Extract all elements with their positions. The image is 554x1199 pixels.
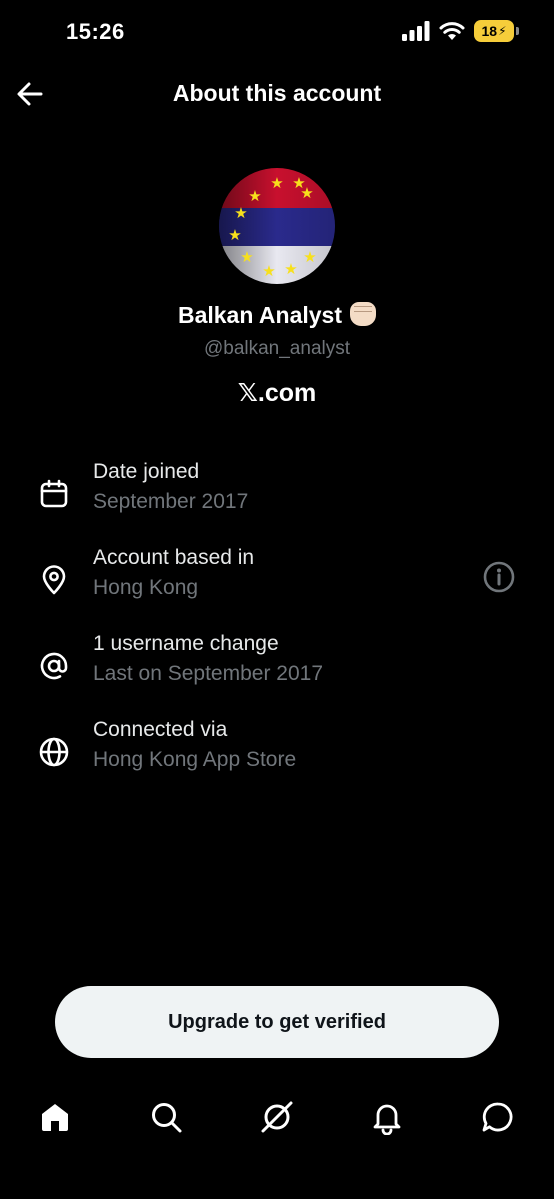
svg-text:★: ★ [240, 249, 253, 266]
battery-level: 18 [481, 23, 498, 39]
upgrade-button-label: Upgrade to get verified [168, 1010, 386, 1033]
messages-icon[interactable] [480, 1099, 516, 1135]
search-icon[interactable] [148, 1099, 184, 1135]
info-row-connected-via: Connected via Hong Kong App Store [0, 718, 554, 788]
flag-avatar-image: ★ ★ ★ ★ ★ ★ ★ ★ ★ ★ [219, 168, 335, 284]
home-icon[interactable] [37, 1099, 73, 1135]
status-time: 15:26 [66, 19, 125, 44]
svg-text:★: ★ [248, 188, 261, 205]
info-label: Account based in [93, 546, 255, 569]
info-row-account-based-in: Account based in Hong Kong [0, 546, 554, 616]
info-value: Hong Kong [93, 576, 199, 599]
calendar-icon [40, 479, 68, 508]
charging-bolt-icon: ⚡ [498, 24, 507, 38]
avatar[interactable]: ★ ★ ★ ★ ★ ★ ★ ★ ★ ★ [219, 168, 335, 284]
at-sign-icon [40, 652, 68, 680]
cellular-signal-icon [402, 21, 430, 41]
svg-text:★: ★ [300, 185, 313, 202]
svg-text:★: ★ [234, 205, 247, 222]
bottom-tab-bar [0, 1095, 554, 1145]
svg-text:★: ★ [270, 175, 283, 192]
display-name-row: Balkan Analyst [0, 302, 554, 329]
globe-icon [39, 737, 69, 767]
info-label: Date joined [93, 460, 200, 483]
notifications-icon[interactable] [369, 1099, 405, 1135]
upgrade-verified-button[interactable]: Upgrade to get verified [55, 986, 499, 1058]
info-value: Last on September 2017 [93, 662, 323, 685]
svg-text:★: ★ [303, 249, 316, 266]
top-bar: About this account [0, 72, 554, 118]
status-icons: 18 ⚡ [402, 20, 519, 42]
status-bar: 15:26 18 ⚡ [0, 0, 554, 64]
info-label: 1 username change [93, 632, 279, 655]
info-value: Hong Kong App Store [93, 748, 297, 771]
info-circle-icon[interactable] [482, 560, 516, 594]
grok-icon[interactable] [259, 1099, 295, 1135]
username-handle: @balkan_analyst [203, 338, 351, 359]
svg-text:★: ★ [284, 261, 297, 278]
location-pin-icon [42, 565, 66, 595]
info-label: Connected via [93, 718, 228, 741]
info-value: September 2017 [93, 490, 249, 513]
page-title: About this account [172, 80, 382, 106]
display-name: Balkan Analyst [177, 302, 343, 328]
battery-icon: 18 ⚡ [474, 20, 519, 42]
site-label: 𝕏.com [237, 379, 317, 407]
wifi-icon [439, 22, 465, 40]
info-row-username-change: 1 username change Last on September 2017 [0, 632, 554, 702]
svg-text:★: ★ [262, 263, 275, 280]
info-row-date-joined: Date joined September 2017 [0, 460, 554, 530]
raised-fist-emoji-icon [350, 302, 377, 326]
svg-text:★: ★ [228, 227, 241, 244]
